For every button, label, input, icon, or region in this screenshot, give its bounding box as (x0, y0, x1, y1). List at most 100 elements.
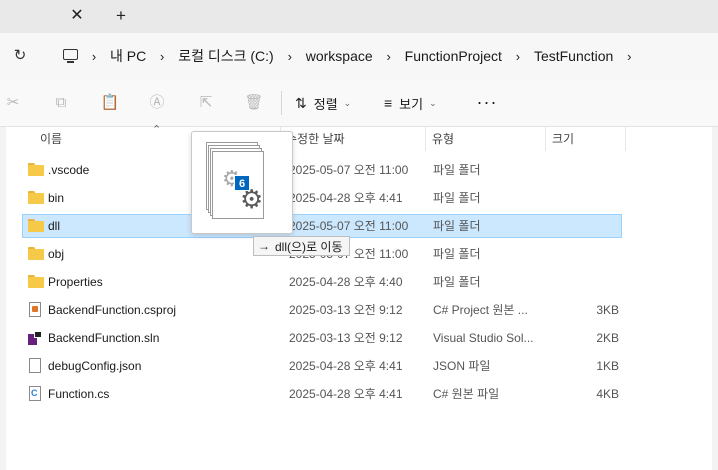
file-name: dll (48, 219, 61, 233)
breadcrumb-item-functionproject[interactable]: FunctionProject (401, 48, 506, 64)
file-name: obj (48, 247, 65, 261)
folder-icon (28, 191, 44, 205)
file-size (553, 243, 619, 265)
view-button[interactable]: ≡ 보기 ⌄ (384, 93, 437, 113)
file-modified: 2025-04-28 오후 4:41 (289, 387, 403, 401)
item-count-badge: 6 (234, 175, 250, 191)
view-label: 보기 (399, 96, 424, 112)
chevron-right-icon[interactable]: › (617, 49, 641, 64)
new-tab-button[interactable]: + (110, 5, 132, 27)
share-icon[interactable]: ⇱ (196, 93, 216, 113)
file-list: 이름 ⌃ 수정한 날짜 유형 크기 .vscode 2025-05-07 오전 … (6, 124, 718, 470)
table-row[interactable]: Function.cs 2025-04-28 오후 4:41 C# 원본 파일 … (22, 382, 622, 406)
chevron-right-icon[interactable]: › (150, 49, 174, 64)
table-row[interactable]: BackendFunction.csproj 2025-03-13 오전 9:1… (22, 298, 622, 322)
tab-strip: ✕ + (0, 0, 718, 33)
file-type: 파일 폴더 (433, 219, 481, 233)
table-row[interactable]: bin 2025-04-28 오후 4:41 파일 폴더 (22, 186, 622, 210)
sort-label: 정렬 (313, 96, 338, 112)
folder-icon (28, 163, 44, 177)
breadcrumb-item-local-disk[interactable]: 로컬 디스크 (C:) (174, 46, 278, 66)
file-size (553, 271, 619, 293)
file-size (553, 215, 619, 237)
file-type: JSON 파일 (433, 359, 491, 373)
column-resize-handle[interactable] (545, 127, 546, 151)
rename-icon[interactable]: Ⓐ (147, 93, 167, 113)
drag-preview: ⚙ ⚙ 6 (191, 131, 293, 234)
file-name: debugConfig.json (48, 359, 142, 373)
file-type: C# 원본 파일 (433, 387, 500, 401)
delete-icon[interactable]: 🗑 (244, 93, 264, 113)
file-modified: 2025-05-07 오전 11:00 (289, 163, 409, 177)
sort-button[interactable]: ⇅ 정렬 ⌄ (295, 93, 351, 113)
file-type: 파일 폴더 (433, 247, 481, 261)
column-resize-handle[interactable] (425, 127, 426, 151)
folder-icon (28, 219, 44, 233)
file-size: 4KB (596, 387, 619, 401)
command-divider (281, 91, 282, 115)
file-modified: 2025-03-13 오전 9:12 (289, 303, 403, 317)
paste-icon[interactable]: 📋 (100, 93, 120, 113)
drop-tooltip: → dll(으)로 이동 (253, 236, 350, 256)
column-header-modified[interactable]: 수정한 날짜 (286, 127, 345, 151)
arrow-right-icon: → (258, 239, 270, 253)
table-row-selected[interactable]: dll 2025-05-07 오전 11:00 파일 폴더 (22, 214, 622, 238)
vertical-scrollbar[interactable] (712, 127, 718, 470)
column-header-size[interactable]: 크기 (552, 127, 574, 151)
file-modified: 2025-03-13 오전 9:12 (289, 331, 403, 345)
file-type: Visual Studio Sol... (433, 331, 534, 345)
cut-icon[interactable]: ✂ (3, 93, 23, 113)
file-name: BackendFunction.sln (48, 331, 160, 345)
column-header-type[interactable]: 유형 (432, 127, 454, 151)
chevron-right-icon[interactable]: › (82, 49, 106, 64)
breadcrumb[interactable]: › 내 PC › 로컬 디스크 (C:) › workspace › Funct… (52, 39, 718, 73)
sort-ascending-icon: ⌃ (152, 124, 162, 136)
computer-icon[interactable] (60, 45, 82, 67)
file-modified: 2025-04-28 오후 4:41 (289, 359, 403, 373)
file-size (553, 159, 619, 181)
file-name: Function.cs (48, 387, 110, 401)
address-bar: ↻ › 내 PC › 로컬 디스크 (C:) › workspace › Fun… (0, 33, 718, 79)
file-modified: 2025-05-07 오전 11:00 (289, 219, 409, 233)
chevron-right-icon[interactable]: › (506, 49, 530, 64)
chevron-right-icon[interactable]: › (278, 49, 302, 64)
command-bar: ✂ ⧉ 📋 Ⓐ ⇱ 🗑 ⇅ 정렬 ⌄ ≡ 보기 ⌄ ··· (0, 79, 718, 127)
copy-icon[interactable]: ⧉ (51, 93, 71, 113)
column-resize-handle[interactable] (625, 127, 626, 151)
visual-studio-solution-icon (28, 331, 42, 345)
folder-icon (28, 247, 44, 261)
breadcrumb-item-testfunction[interactable]: TestFunction (530, 48, 617, 64)
table-row[interactable]: .vscode 2025-05-07 오전 11:00 파일 폴더 (22, 158, 622, 182)
file-modified: 2025-04-28 오후 4:41 (289, 191, 403, 205)
table-row[interactable]: BackendFunction.sln 2025-03-13 오전 9:12 V… (22, 326, 622, 350)
table-row[interactable]: debugConfig.json 2025-04-28 오후 4:41 JSON… (22, 354, 622, 378)
view-icon: ≡ (384, 95, 393, 111)
chevron-down-icon: ⌄ (343, 97, 352, 108)
file-type: 파일 폴더 (433, 191, 481, 205)
breadcrumb-item-workspace[interactable]: workspace (302, 48, 377, 64)
chevron-right-icon[interactable]: › (377, 49, 401, 64)
file-modified: 2025-04-28 오후 4:40 (289, 275, 403, 289)
file-name: Properties (48, 275, 103, 289)
chevron-down-icon: ⌄ (429, 97, 437, 108)
file-name: BackendFunction.csproj (48, 303, 177, 317)
file-size: 1KB (596, 359, 619, 373)
file-size: 2KB (596, 331, 619, 345)
folder-icon (28, 275, 44, 289)
refresh-icon[interactable]: ↻ (9, 45, 31, 67)
breadcrumb-item-my-pc[interactable]: 내 PC (106, 46, 150, 66)
sort-icon: ⇅ (295, 94, 307, 111)
tab-close-button[interactable]: ✕ (66, 6, 88, 26)
column-header-name[interactable]: 이름 (40, 127, 62, 151)
csproj-file-icon (29, 302, 41, 317)
file-type: 파일 폴더 (433, 163, 481, 177)
more-options-button[interactable]: ··· (476, 91, 498, 113)
file-name: bin (48, 191, 65, 205)
file-type: 파일 폴더 (433, 275, 481, 289)
file-size: 3KB (596, 303, 619, 317)
file-type: C# Project 원본 ... (433, 303, 528, 317)
drop-tooltip-text: dll(으)로 이동 (275, 239, 343, 254)
file-name: .vscode (48, 163, 90, 177)
cs-file-icon (29, 386, 41, 401)
table-row[interactable]: Properties 2025-04-28 오후 4:40 파일 폴더 (22, 270, 622, 294)
